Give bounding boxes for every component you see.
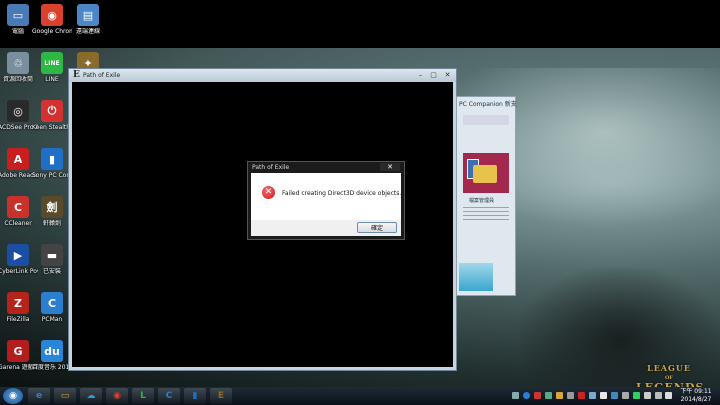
ok-button[interactable]: 確定: [357, 222, 397, 233]
desktop-icon-label: 軒轅劍: [42, 220, 61, 227]
dialog-close-button[interactable]: ✕: [380, 163, 400, 171]
desktop-icon[interactable]: du 百度音乐 2014: [32, 340, 72, 371]
desktop-icon-image: LINE: [41, 52, 63, 74]
tray-help-icon[interactable]: [523, 392, 530, 399]
maximize-button[interactable]: ▢: [428, 71, 439, 79]
desktop-icon-image: ▮: [41, 148, 63, 170]
desktop-icon-image: G: [7, 340, 29, 362]
desktop-icon-image: ◎: [7, 100, 29, 122]
start-button[interactable]: ◉: [3, 388, 23, 404]
desktop-icon-label: 已安裝: [42, 268, 61, 275]
tray-app8-icon[interactable]: [611, 392, 618, 399]
desktop-icon-label: 百度音乐 2014: [32, 364, 72, 371]
error-message: Failed creating Direct3D device objects.: [282, 190, 402, 197]
tray-flag-icon[interactable]: [644, 392, 651, 399]
taskbar-pcman-button[interactable]: C: [158, 388, 180, 404]
desktop-icon[interactable]: ▤ 遠端連線: [68, 4, 108, 35]
desktop-icon[interactable]: ◉ Google Chrome: [32, 4, 72, 35]
desktop-icon-image: ▭: [7, 4, 29, 26]
companion-description: [463, 207, 509, 223]
close-button[interactable]: ✕: [442, 71, 453, 79]
tray-app5-icon[interactable]: [578, 392, 585, 399]
taskbar-ie-button[interactable]: e: [28, 388, 50, 404]
taskbar-chrome-button[interactable]: ◉: [106, 388, 128, 404]
desktop-icon-image: du: [41, 340, 63, 362]
desktop-icon-label: Google Chrome: [32, 28, 72, 35]
folder-icon: [473, 165, 497, 183]
logo-line1: LEAGUE: [647, 363, 691, 373]
clock-time: 下午 09:11: [680, 388, 712, 395]
taskbar: ◉ e ▭ ☁ ◉ L C ▮ E 下午 09:11 2014/8/27: [0, 387, 720, 405]
desktop-icon[interactable]: ▬ 已安裝: [32, 244, 72, 275]
taskbar-explorer-button[interactable]: ▭: [54, 388, 76, 404]
desktop-icon[interactable]: ⏻ Keen Stealth...: [32, 100, 72, 131]
desktop-icon-label: PCMan: [41, 316, 63, 323]
poe-logo-icon: E: [73, 70, 80, 80]
minimize-button[interactable]: –: [415, 71, 426, 79]
desktop-icon-image: C: [7, 196, 29, 218]
desktop-icon-image: C: [41, 292, 63, 314]
companion-title: PC Companion 新支: [459, 101, 517, 108]
desktop-icon-image: ▶: [7, 244, 29, 266]
tray-volume-icon[interactable]: [665, 392, 672, 399]
dialog-footer: 確定: [251, 220, 401, 236]
desktop-icon-label: Sony PC Compan...: [32, 172, 72, 179]
tray-app9-icon[interactable]: [622, 392, 629, 399]
taskbar-clock[interactable]: 下午 09:11 2014/8/27: [674, 388, 718, 404]
tray-app4-icon[interactable]: [567, 392, 574, 399]
desktop-icon-image: ⏻: [41, 100, 63, 122]
desktop-icon[interactable]: LINE LINE: [32, 52, 72, 83]
tray-app6-icon[interactable]: [589, 392, 596, 399]
desktop-icon[interactable]: C PCMan: [32, 292, 72, 323]
file-manager-card[interactable]: [463, 153, 509, 193]
tray-app10-icon[interactable]: [633, 392, 640, 399]
desktop-icon-label: 遠端連線: [75, 28, 100, 35]
desktop-icon-image: 劍: [41, 196, 63, 218]
dialog-body: ✕ Failed creating Direct3D device object…: [251, 173, 401, 220]
companion-toolbar[interactable]: [463, 115, 509, 125]
taskbar-cloud-button[interactable]: ☁: [80, 388, 102, 404]
desktop-icon-label: LINE: [45, 76, 59, 83]
desktop-icon[interactable]: ▮ Sony PC Compan...: [32, 148, 72, 179]
league-of-legends-logo: LEAGUE OF LEGENDS: [636, 363, 703, 393]
clock-date: 2014/8/27: [680, 396, 712, 403]
desktop-icon-image: ▤: [77, 4, 99, 26]
file-manager-label: 檔案管理員: [469, 198, 495, 204]
tray-app2-icon[interactable]: [545, 392, 552, 399]
dialog-title: Path of Exile: [252, 164, 290, 171]
taskbar-poe-button[interactable]: E: [210, 388, 232, 404]
desktop-icon-label: Keen Stealth...: [32, 124, 72, 131]
desktop-icon-image: ♲: [7, 52, 29, 74]
tray-battery-icon[interactable]: [655, 392, 662, 399]
tray-app3-icon[interactable]: [556, 392, 563, 399]
pc-companion-window[interactable]: PC Companion 新支 檔案管理員: [456, 96, 517, 296]
taskbar-line-button[interactable]: L: [132, 388, 154, 404]
tray-app-icon[interactable]: [534, 392, 541, 399]
desktop-icon[interactable]: 劍軒轅劍: [32, 196, 72, 227]
tray-network-icon[interactable]: [512, 392, 519, 399]
companion-preview-image: [459, 263, 493, 291]
desktop-icon-image: ◉: [41, 4, 63, 26]
poe-titlebar[interactable]: E Path of Exile – ▢ ✕: [69, 69, 456, 82]
poe-window-title: Path of Exile: [83, 72, 121, 79]
tray-app7-icon[interactable]: [600, 392, 607, 399]
error-icon: ✕: [262, 186, 275, 199]
taskbar-companion-button[interactable]: ▮: [184, 388, 206, 404]
desktop-icon-image: A: [7, 148, 29, 170]
error-dialog[interactable]: Path of Exile ✕ ✕ Failed creating Direct…: [247, 161, 405, 240]
desktop-icon-image: Z: [7, 292, 29, 314]
desktop-icon-image: ▬: [41, 244, 63, 266]
